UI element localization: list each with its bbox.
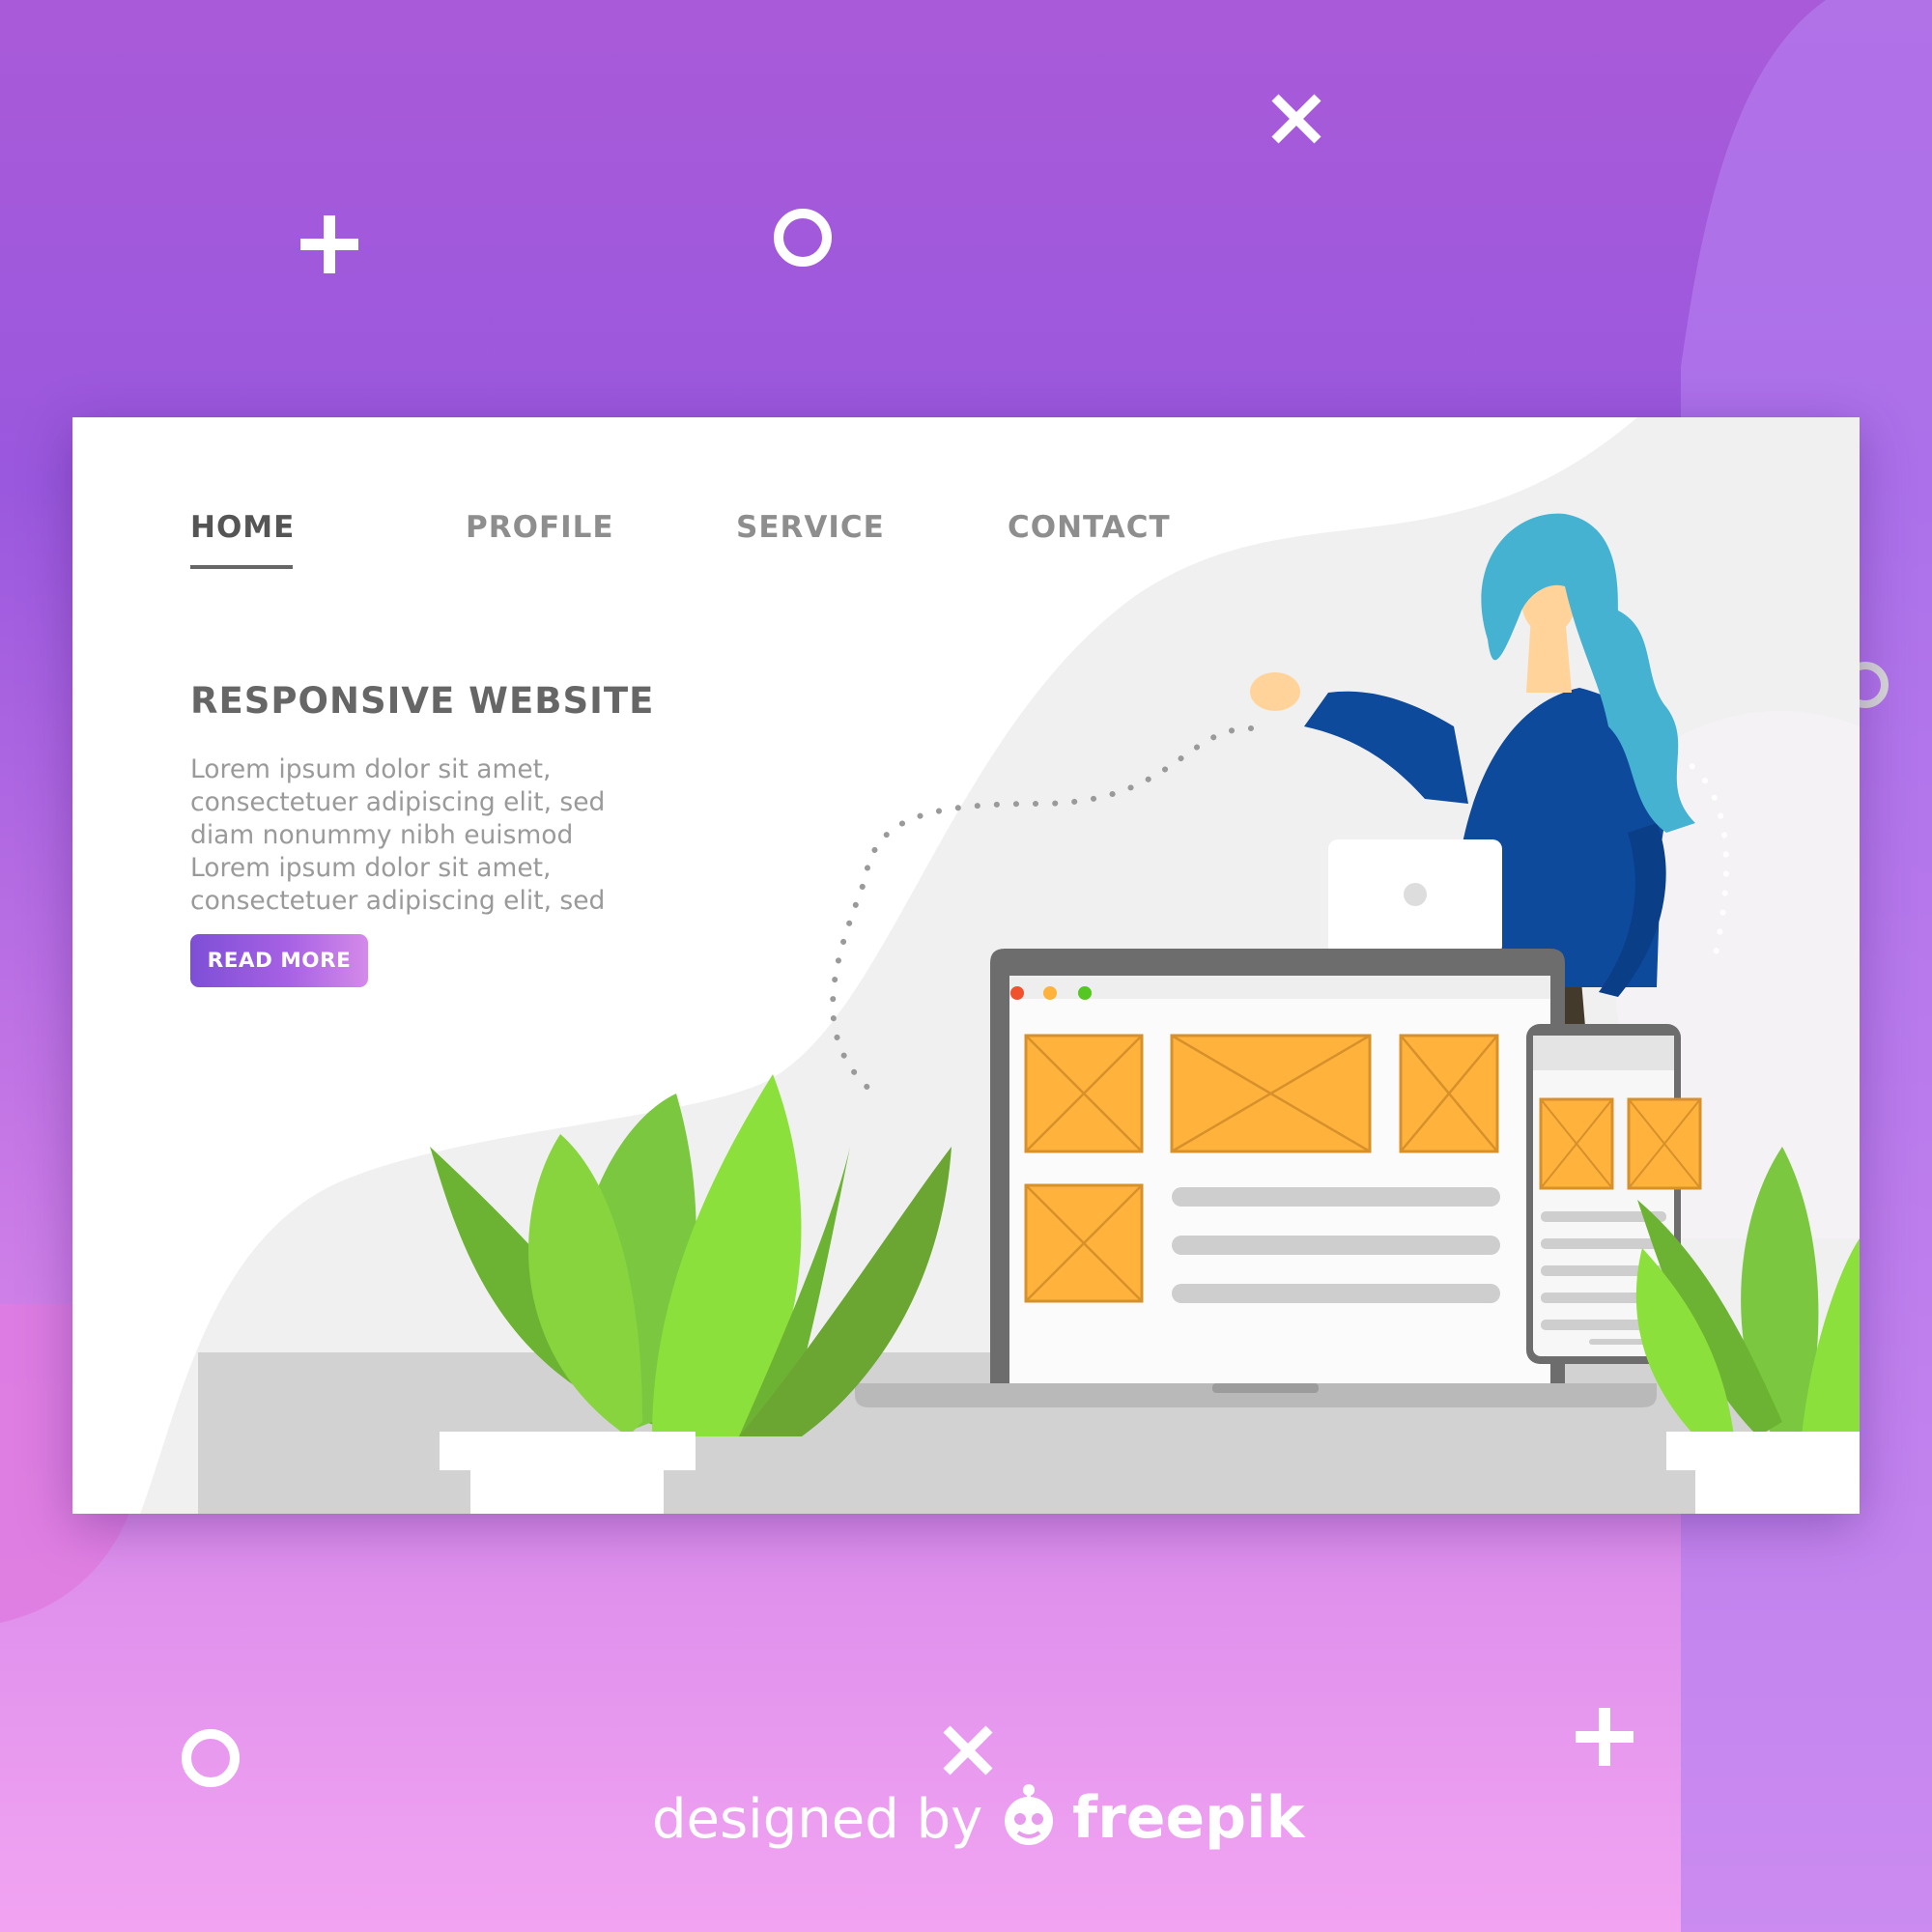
read-more-button[interactable]: READ MORE	[190, 934, 368, 987]
nav-service-link[interactable]: SERVICE	[736, 510, 885, 545]
window-dot-icon	[1043, 986, 1057, 1000]
landing-page-card: HOME PROFILE SERVICE CONTACT RESPONSIVE …	[72, 417, 1860, 1514]
credit-brand: freepik	[1072, 1784, 1305, 1852]
nav-active-underline	[190, 565, 293, 569]
nav-home-link[interactable]: HOME	[190, 510, 295, 545]
close-icon	[943, 1725, 993, 1776]
nav-profile-link[interactable]: PROFILE	[466, 510, 614, 545]
nav-contact-link[interactable]: CONTACT	[1008, 510, 1171, 545]
close-icon	[1271, 94, 1321, 144]
circle-icon	[774, 209, 832, 267]
hero-description: Lorem ipsum dolor sit amet, consectetuer…	[190, 754, 606, 916]
credit-text: designed by	[652, 1788, 983, 1851]
window-dot-icon	[1078, 986, 1092, 1000]
laptop-back-screen	[1328, 839, 1502, 955]
plus-icon	[1576, 1708, 1634, 1766]
window-dot-icon	[1010, 986, 1024, 1000]
circle-icon	[182, 1729, 240, 1787]
hero-title: RESPONSIVE WEBSITE	[190, 680, 655, 722]
plus-icon	[300, 215, 358, 273]
freepik-logo-icon	[1005, 1784, 1053, 1845]
